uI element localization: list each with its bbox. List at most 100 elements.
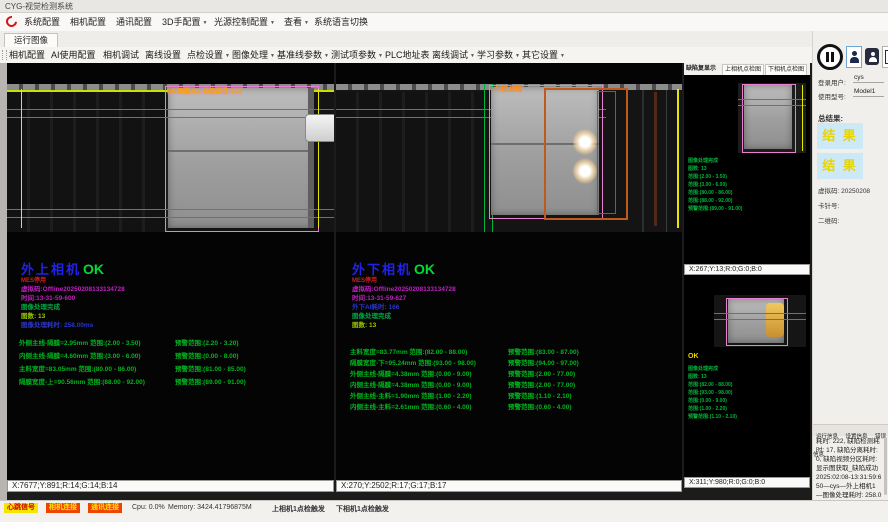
measure-line-yellow bbox=[318, 89, 319, 228]
measurement-warn: 预警范围:(2.00 - 77.00) bbox=[508, 379, 575, 389]
machinery-texture bbox=[7, 92, 169, 232]
measure-line-yellow bbox=[677, 89, 679, 228]
measure-line-green bbox=[7, 209, 334, 210]
memory-usage-text: Memory: 3424.41796875M bbox=[168, 504, 252, 511]
measurement-row: 内侧主线-隔膜=4.38mm 范围:(0.00 - 9.00) 预警范围:(2.… bbox=[336, 379, 682, 389]
tool-baseline-params[interactable]: 基准线参数▼ bbox=[277, 47, 329, 64]
thumb-text-line: 预警范围:(1.10 - 2.10) bbox=[688, 413, 737, 421]
toolbar: 相机配置 AI使用配置 相机调试 离线设置 点检设置▼ 图像处理▼ 基准线参数▼… bbox=[0, 47, 812, 64]
log-text: 耗时: 222, 缺陷检测耗时: 17, 缺陷分离耗时: 0, 缺陷视频分区耗时… bbox=[816, 437, 882, 509]
thumb-text-line: 范围:(88.00 - 92.00) bbox=[688, 197, 732, 205]
left-camera-image[interactable]: NG阈值:93, 动态阈值:100 bbox=[7, 84, 334, 232]
menu-bar: 系统配置 相机配置 通讯配置 3D手配置▼ 光源控制配置▼ 查看▼ 系统语言切换 bbox=[0, 13, 888, 32]
reflection-glow bbox=[573, 158, 597, 184]
tool-plc-table[interactable]: PLC地址表 bbox=[385, 47, 430, 63]
tool-test-params[interactable]: 测试项参数▼ bbox=[331, 47, 383, 64]
chevron-down-icon: ▼ bbox=[270, 53, 275, 59]
threshold-label: NG阈值:93, 动态阈值:100 bbox=[167, 85, 242, 95]
thumbnail-image bbox=[714, 295, 806, 347]
tool-camera-debug[interactable]: 相机调试 bbox=[103, 47, 139, 63]
highlight-region bbox=[766, 303, 784, 337]
measure-line-yellow bbox=[802, 85, 803, 151]
tab-lower-camera-check[interactable]: 下相机点检图 bbox=[765, 64, 807, 75]
heartbeat-status-badge: 心跳信号 bbox=[4, 503, 38, 513]
lower-check-thumbnail[interactable]: OK 图像处理完成 图数: 13 范围:(82.00 - 88.00) 范围:(… bbox=[684, 275, 810, 477]
thumb-text-line: 范围:(0.00 - 9.00) bbox=[688, 397, 727, 405]
chevron-down-icon: ▼ bbox=[324, 53, 329, 59]
upper-check-thumbnail[interactable]: 图像处理完成 图数: 13 范围:(2.00 - 3.50) 范围:(3.00 … bbox=[684, 75, 810, 264]
tab-run-image[interactable]: 运行图像 bbox=[4, 33, 58, 47]
title-bar: CYG-视觉检测系统 bbox=[0, 0, 888, 13]
tool-other-settings[interactable]: 其它设置▼ bbox=[522, 47, 565, 64]
measure-line-yellow bbox=[21, 89, 22, 228]
pause-button[interactable] bbox=[817, 44, 843, 70]
measurement-row: 隔膜宽度-下=95.24mm 范围:(93.00 - 98.00) 预警范围:(… bbox=[336, 357, 682, 367]
measurement-row: 外侧主线-隔膜=2.95mm 范围:(2.00 - 3.50) 预警范围:(2.… bbox=[7, 337, 334, 347]
status-bar: 心跳信号 相机连接 通讯连接 Cpu: 0.0% Memory: 3424.41… bbox=[0, 500, 888, 522]
middle-camera-panel: AI检测框 外下相机OK MES停用 虚拟码:Offline2025020813… bbox=[336, 63, 682, 480]
model-label: 使用型号: bbox=[818, 91, 846, 101]
virtual-code-field: 虚拟码: 20250208 bbox=[818, 185, 870, 195]
measurement-warn: 预警范围:(81.00 - 85.00) bbox=[175, 363, 246, 373]
thumb-text-line: 范围:(93.00 - 98.00) bbox=[688, 389, 732, 397]
menu-item-system-config[interactable]: 系统配置 bbox=[24, 13, 60, 31]
tool-offline-debug[interactable]: 离线调试▼ bbox=[432, 47, 475, 64]
cpu-usage-text: Cpu: 0.0% bbox=[132, 504, 165, 511]
measurement-warn: 预警范围:(0.00 - 8.00) bbox=[175, 350, 239, 360]
tool-image-process[interactable]: 图像处理▼ bbox=[232, 47, 275, 64]
measure-line-green bbox=[714, 313, 806, 314]
measurement-warn: 预警范围:(2.20 - 3.20) bbox=[175, 337, 239, 347]
measure-line-green bbox=[738, 99, 806, 100]
result-ok-label: OK bbox=[414, 261, 435, 277]
menu-item-light-config[interactable]: 光源控制配置▼ bbox=[214, 13, 275, 32]
measurement-warn: 预警范围:(0.60 - 4.00) bbox=[508, 401, 572, 411]
menu-item-comm-config[interactable]: 通讯配置 bbox=[116, 13, 152, 31]
measure-line-green bbox=[7, 109, 334, 110]
upper-thumb-pixel-readout: X:267;Y:13;R:0;G:0;B:0 bbox=[684, 264, 810, 275]
machine-structure bbox=[642, 90, 644, 232]
model-input[interactable] bbox=[853, 88, 884, 97]
machine-structure bbox=[654, 92, 657, 226]
chevron-down-icon: ▼ bbox=[470, 53, 475, 59]
thumb-text-line: 范围:(3.00 - 6.00) bbox=[688, 181, 727, 189]
tool-ai-config[interactable]: AI使用配置 bbox=[51, 47, 96, 63]
upper-camera-trigger-button[interactable]: 上相机1点检触发 bbox=[272, 504, 325, 514]
tool-offline-setting[interactable]: 离线设置 bbox=[145, 47, 181, 63]
middle-pixel-readout: X:270;Y:2502;R:17;G:17;B:17 bbox=[336, 480, 682, 492]
user-login-button[interactable] bbox=[846, 46, 862, 68]
measurement-main: 隔膜宽度-下=95.24mm 范围:(93.00 - 98.00) bbox=[350, 357, 476, 367]
tool-camera-config[interactable]: 相机配置 bbox=[9, 47, 45, 63]
chevron-down-icon: ▼ bbox=[378, 53, 383, 59]
measurement-main: 主料宽度=83.77mm 范围:(82.00 - 88.00) bbox=[350, 346, 467, 356]
menu-item-3d-config[interactable]: 3D手配置▼ bbox=[162, 13, 207, 32]
measurement-main: 主料宽度=83.05mm 范围:(80.00 - 86.00) bbox=[19, 363, 136, 373]
lower-camera-trigger-button[interactable]: 下相机1点检触发 bbox=[336, 504, 389, 514]
measurement-row: 内侧主线-主料=2.61mm 范围:(0.60 - 4.00) 预警范围:(0.… bbox=[336, 401, 682, 411]
measurement-main: 外侧主线-隔膜=4.38mm 范围:(0.00 - 9.00) bbox=[350, 368, 472, 378]
window-left-edge bbox=[0, 63, 7, 500]
machinery-texture bbox=[336, 92, 486, 232]
measurement-row: 内侧主线-隔膜=4.60mm 范围:(3.00 - 6.00) 预警范围:(0.… bbox=[7, 350, 334, 360]
exit-button[interactable] bbox=[882, 46, 888, 68]
menu-item-language[interactable]: 系统语言切换 bbox=[314, 13, 368, 31]
menu-item-camera-config[interactable]: 相机配置 bbox=[70, 13, 106, 31]
log-tab-bar: 运行信息 设置信息 错误信息 bbox=[813, 424, 888, 436]
lower-thumb-pixel-readout: X:311;Y:980;R:0;G:0;B:0 bbox=[684, 477, 810, 488]
tool-check-setting[interactable]: 点检设置▼ bbox=[187, 47, 230, 64]
tool-learn-params[interactable]: 学习参数▼ bbox=[477, 47, 520, 64]
user-switch-button[interactable] bbox=[865, 48, 879, 65]
material-plate bbox=[744, 85, 792, 149]
thumbnail-image bbox=[738, 83, 806, 153]
ai-box-label: AI检测框 bbox=[494, 84, 522, 94]
app-logo-icon bbox=[4, 14, 19, 29]
login-user-input[interactable] bbox=[853, 74, 884, 83]
menu-item-view[interactable]: 查看▼ bbox=[284, 13, 309, 32]
tab-upper-camera-check[interactable]: 上相机点检图 bbox=[722, 64, 764, 75]
log-scrollbar[interactable] bbox=[884, 437, 887, 495]
chevron-down-icon: ▼ bbox=[515, 53, 520, 59]
measurement-row: 主料宽度=83.77mm 范围:(82.00 - 88.00) 预警范围:(83… bbox=[336, 346, 682, 356]
camera-connect-badge: 相机连接 bbox=[46, 503, 80, 513]
middle-camera-image[interactable]: AI检测框 bbox=[336, 84, 682, 232]
result-ok-label: OK bbox=[83, 261, 104, 277]
view-tab-row: 运行图像 bbox=[0, 31, 812, 48]
